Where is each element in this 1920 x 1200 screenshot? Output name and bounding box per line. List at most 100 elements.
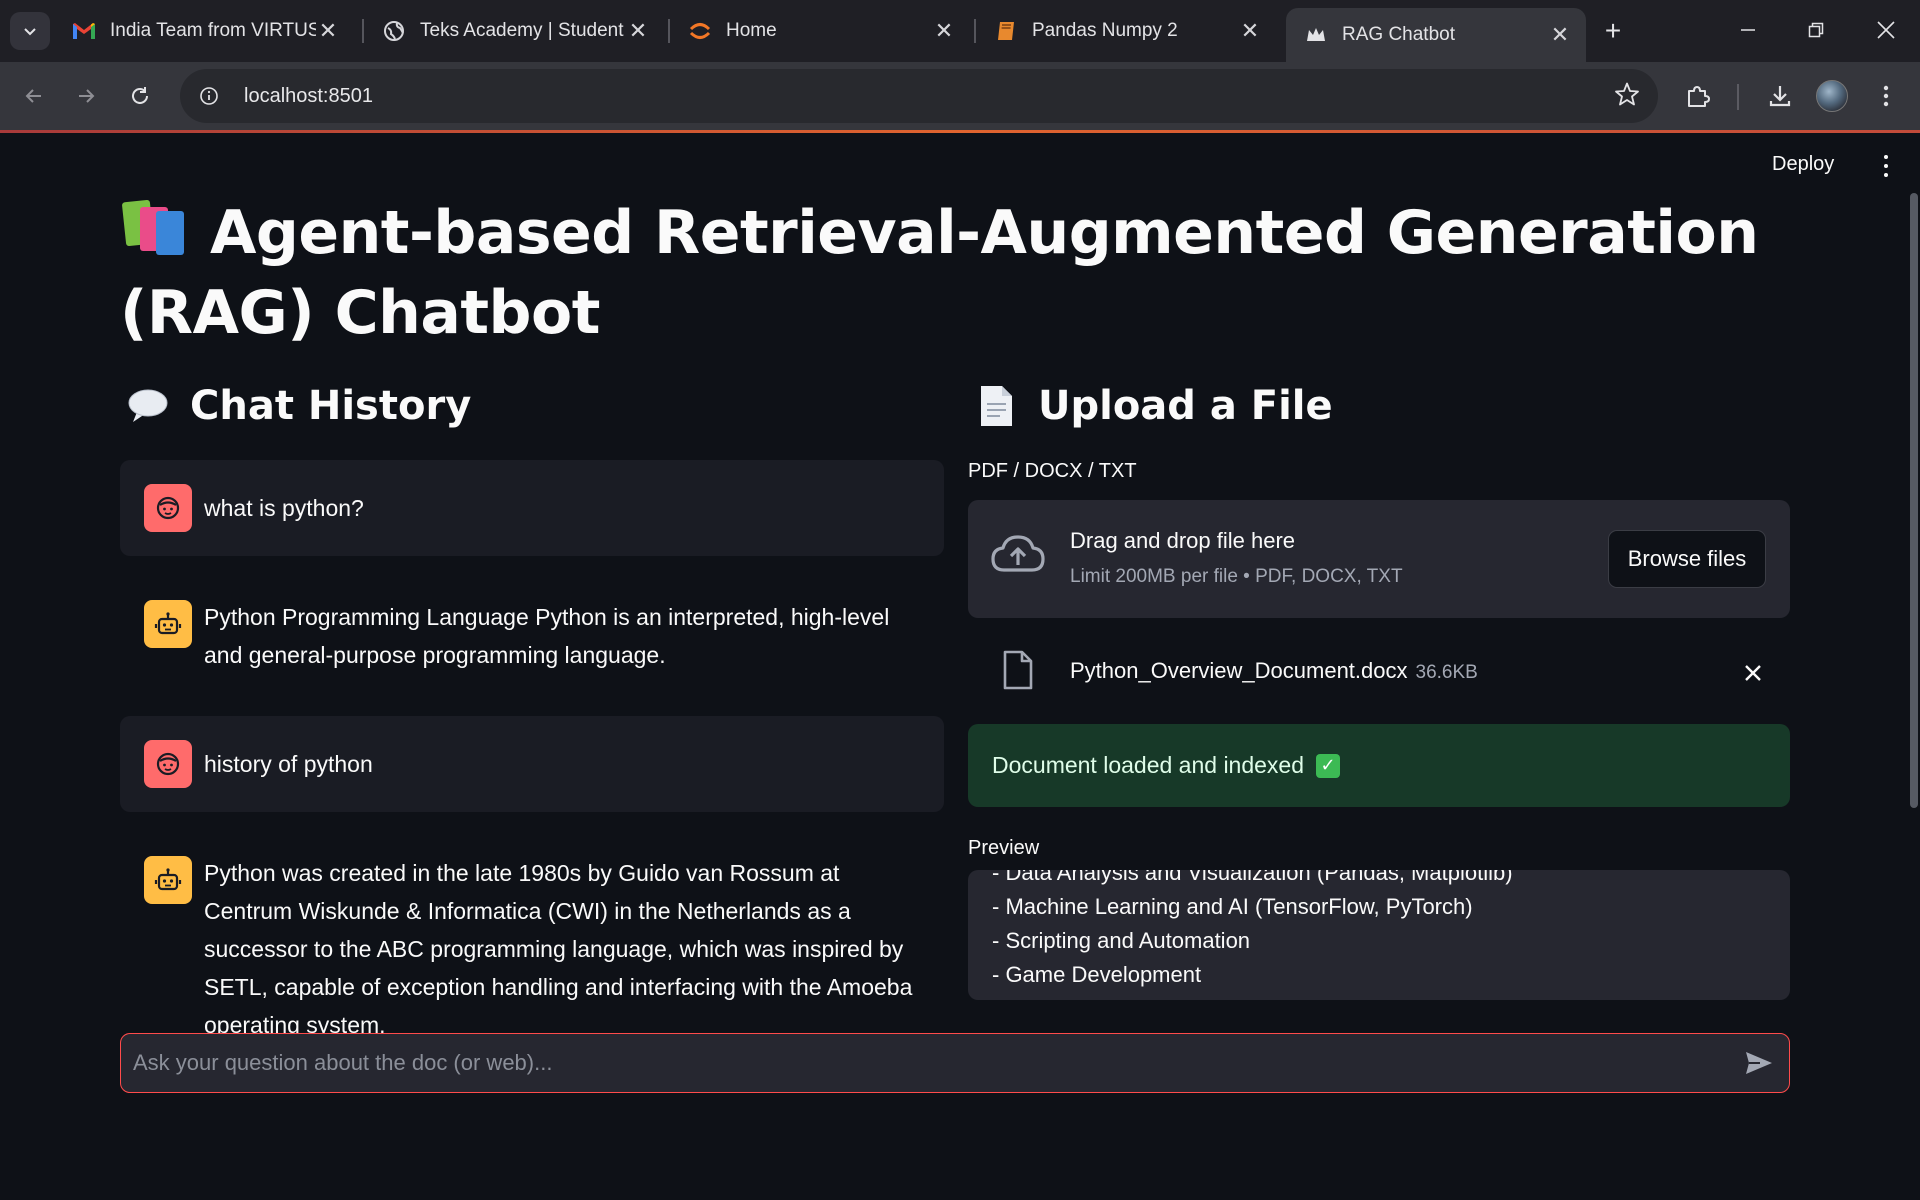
preview-textarea[interactable]: - Data Analysis and Visualization (Panda…	[968, 870, 1790, 1000]
speech-balloon-icon	[126, 384, 170, 428]
tab-title: India Team from VIRTUSA	[110, 20, 316, 41]
tab-title: Home	[726, 20, 777, 41]
file-size: 36.6KB	[1415, 662, 1478, 683]
uploaded-file-item: Python_Overview_Document.docx 36.6KB	[968, 618, 1790, 724]
close-icon[interactable]: ✕	[932, 18, 956, 43]
preview-text: - Data Analysis and Visualization (Panda…	[992, 870, 1513, 1000]
page-scrollbar[interactable]	[1910, 193, 1918, 808]
browser-tab-teks[interactable]: Teks Academy | Student ✕	[364, 8, 664, 54]
restore-button[interactable]	[1782, 0, 1850, 60]
remove-file-button[interactable]	[1738, 658, 1768, 688]
tab-title: RAG Chatbot	[1342, 24, 1455, 45]
chevron-down-icon	[24, 28, 36, 36]
forward-button[interactable]	[64, 74, 108, 118]
browser-tab-rag-chatbot[interactable]: RAG Chatbot ✕	[1286, 8, 1586, 62]
address-bar[interactable]: localhost:8501	[180, 69, 1658, 123]
back-button[interactable]	[12, 74, 56, 118]
tab-title: Pandas Numpy 2	[1032, 20, 1178, 41]
message-text: history of python	[204, 751, 373, 777]
minimize-icon	[1741, 29, 1755, 31]
close-icon[interactable]: ✕	[626, 18, 650, 43]
browser-tab-home[interactable]: Home ✕	[670, 8, 970, 54]
success-alert: Document loaded and indexed ✓	[968, 724, 1790, 807]
kebab-dot	[1884, 173, 1888, 177]
reload-icon	[132, 87, 148, 104]
close-icon[interactable]: ✕	[1548, 22, 1572, 47]
file-icon	[1002, 650, 1034, 695]
browse-files-button[interactable]: Browse files	[1608, 530, 1766, 588]
tab-search-button[interactable]	[10, 12, 50, 50]
tab-title: Teks Academy | Student	[420, 20, 624, 41]
upload-heading: Upload a File	[974, 383, 1333, 429]
upload-panel: PDF / DOCX / TXT Drag and drop file here…	[968, 460, 1790, 1000]
chat-question-input[interactable]	[121, 1034, 1729, 1092]
app-menu-button[interactable]	[1876, 151, 1896, 181]
download-icon	[1769, 86, 1791, 107]
new-tab-button[interactable]: +	[1596, 14, 1630, 48]
arrow-right-icon	[79, 89, 95, 103]
url-text: localhost:8501	[244, 84, 373, 107]
dropzone-subtitle: Limit 200MB per file • PDF, DOCX, TXT	[1070, 566, 1403, 587]
send-icon	[1746, 1052, 1772, 1074]
uploaded-file-name: Python_Overview_Document.docx 36.6KB	[1070, 658, 1478, 684]
globe-icon	[382, 19, 406, 43]
deploy-button[interactable]: Deploy	[1772, 153, 1834, 176]
streamlit-app: Deploy Agent-based Retrieval-Augmented G…	[0, 133, 1920, 1200]
cloud-upload-icon	[990, 532, 1046, 581]
browser-toolbar: localhost:8501	[0, 62, 1920, 130]
page-title-text: Agent-based Retrieval-Augmented Generati…	[120, 198, 1759, 348]
file-dropzone[interactable]: Drag and drop file here Limit 200MB per …	[968, 500, 1790, 618]
message-text: what is python?	[204, 495, 364, 521]
books-icon	[120, 199, 192, 257]
close-icon	[1745, 665, 1761, 681]
file-uploader-label: PDF / DOCX / TXT	[968, 460, 1137, 482]
message-text: Python Programming Language Python is an…	[204, 604, 890, 668]
puzzle-icon	[1688, 86, 1710, 107]
profile-avatar[interactable]	[1816, 80, 1848, 112]
message-text: Python was created in the late 1980s by …	[204, 860, 913, 1038]
reload-button[interactable]	[118, 74, 162, 118]
user-avatar-icon	[144, 740, 192, 788]
chat-message-assistant: Python Programming Language Python is an…	[120, 576, 944, 696]
close-icon[interactable]: ✕	[316, 18, 340, 43]
assistant-avatar-icon	[144, 856, 192, 904]
preview-label: Preview	[968, 837, 1040, 859]
kebab-menu-icon	[1883, 85, 1889, 107]
browser-tab-strip: India Team from VIRTUSA ✕ Teks Academy |…	[0, 0, 1920, 62]
minimize-button[interactable]	[1714, 0, 1782, 60]
close-icon[interactable]: ✕	[1238, 18, 1262, 43]
close-window-button[interactable]	[1852, 0, 1920, 60]
browser-tab-gmail[interactable]: India Team from VIRTUSA ✕	[54, 8, 354, 54]
bookmark-star-icon[interactable]	[1614, 81, 1640, 112]
assistant-avatar-icon	[144, 600, 192, 648]
restore-icon	[1808, 22, 1824, 38]
kebab-dot	[1884, 155, 1888, 159]
chat-input-container	[120, 1033, 1790, 1093]
site-info-icon[interactable]	[192, 79, 226, 113]
arrow-left-icon	[25, 89, 41, 103]
success-message: Document loaded and indexed	[992, 752, 1305, 778]
jupyter-icon	[688, 19, 712, 43]
downloads-button[interactable]	[1758, 74, 1802, 118]
page-facing-up-icon	[974, 384, 1018, 428]
chat-message-user: what is python?	[120, 460, 944, 556]
check-mark-icon: ✓	[1316, 753, 1341, 778]
browser-tab-pandas[interactable]: Pandas Numpy 2 ✕	[976, 8, 1276, 54]
send-button[interactable]	[1729, 1035, 1789, 1091]
chat-message-user: history of python	[120, 716, 944, 812]
book-icon	[994, 19, 1018, 43]
user-avatar-icon	[144, 484, 192, 532]
file-name-text: Python_Overview_Document.docx	[1070, 658, 1408, 683]
toolbar-divider	[1737, 84, 1739, 110]
streamlit-crown-icon	[1304, 23, 1328, 47]
extensions-button[interactable]	[1676, 74, 1720, 118]
chat-message-assistant: Python was created in the late 1980s by …	[120, 832, 944, 1066]
upload-title: Upload a File	[1038, 383, 1333, 429]
kebab-dot	[1884, 164, 1888, 168]
browser-menu-button[interactable]	[1864, 74, 1908, 118]
gmail-icon	[72, 19, 96, 43]
dropzone-title: Drag and drop file here	[1070, 528, 1296, 553]
page-title: Agent-based Retrieval-Augmented Generati…	[120, 193, 1800, 353]
chat-history-title: Chat History	[190, 383, 472, 429]
close-icon	[1877, 21, 1895, 39]
